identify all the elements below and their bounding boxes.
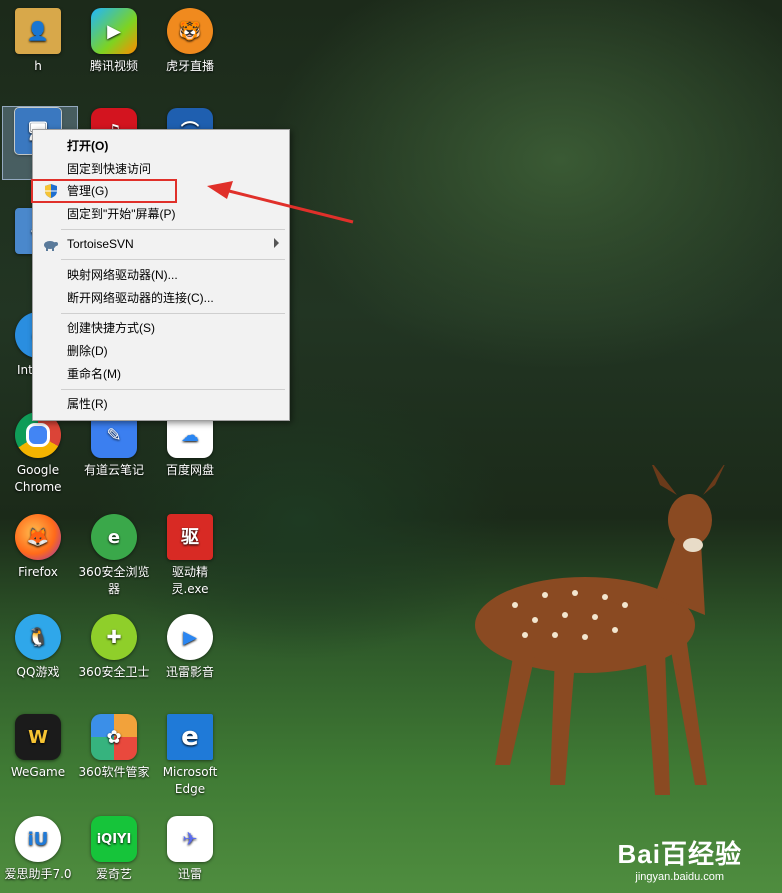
annotation-highlight-box <box>31 179 177 203</box>
icon-label: 有道云笔记 <box>83 463 144 477</box>
menu-item-create-shortcut[interactable]: 创建快捷方式(S) <box>33 317 289 339</box>
icon-label: 腾讯视频 <box>89 59 138 73</box>
desktop-icon-xunlei-player[interactable]: ▶ 迅雷影音 <box>154 614 226 681</box>
menu-item-tortoisesvn[interactable]: TortoiseSVN <box>33 233 289 255</box>
menu-item-open[interactable]: 打开(O) <box>33 135 289 157</box>
desktop-icon-youdao-note[interactable]: ✎ 有道云笔记 <box>78 412 150 479</box>
desktop-icon-google-chrome[interactable]: Google Chrome <box>2 412 74 496</box>
desktop-icon-tencent-video[interactable]: ▶ 腾讯视频 <box>78 8 150 75</box>
desktop-icon-xunlei[interactable]: ✈ 迅雷 <box>154 816 226 883</box>
huya-live-icon: 🐯 <box>167 8 213 54</box>
icon-label: Google Chrome <box>14 463 62 494</box>
desktop-icon-baidu-netdisk[interactable]: ☁ 百度网盘 <box>154 412 226 479</box>
icon-label: 百度网盘 <box>165 463 214 477</box>
icon-label: QQ游戏 <box>16 665 60 679</box>
icon-label: WeGame <box>10 765 66 779</box>
user-folder-icon: 👤 <box>15 8 61 54</box>
menu-item-label: 映射网络驱动器(N)... <box>67 268 178 282</box>
icon-label: 迅雷影音 <box>165 665 214 679</box>
desktop-icon-iqiyi[interactable]: iQIYI 爱奇艺 <box>78 816 150 883</box>
menu-item-label: 断开网络驱动器的连接(C)... <box>67 291 214 305</box>
menu-item-label: 固定到快速访问 <box>67 162 152 176</box>
firefox-icon: 🦊 <box>15 514 61 560</box>
menu-item-label: 打开(O) <box>67 139 109 153</box>
deer-image <box>475 465 725 795</box>
watermark-site: jingyan.baidu.com <box>635 871 725 883</box>
menu-item-map-network-drive[interactable]: 映射网络驱动器(N)... <box>33 264 289 286</box>
edge-icon: e <box>167 714 213 760</box>
xunlei-player-icon: ▶ <box>167 614 213 660</box>
icon-label: 虎牙直播 <box>165 59 214 73</box>
desktop[interactable]: 👤 h 🖥 此 ♻ 回 e Int Exp Google Chrome 🦊 Fi… <box>0 0 782 893</box>
desktop-icon-360-software-manager[interactable]: ✿ 360软件管家 <box>78 714 150 781</box>
desktop-icon-wegame[interactable]: W WeGame <box>2 714 74 781</box>
context-menu: 打开(O) 固定到快速访问 管理(G) 固定到"开始"屏幕(P) Tortois <box>32 129 290 421</box>
desktop-icon-qq-game[interactable]: 🐧 QQ游戏 <box>2 614 74 681</box>
tortoise-icon <box>44 241 58 251</box>
desktop-icon-user-folder[interactable]: 👤 h <box>2 8 74 75</box>
icon-label: 爱思助手7.0 <box>4 867 72 881</box>
menu-item-label: 固定到"开始"屏幕(P) <box>67 207 176 221</box>
icon-label: 驱动精灵.exe <box>171 565 209 596</box>
menu-item-disconnect-network-drive[interactable]: 断开网络驱动器的连接(C)... <box>33 287 289 309</box>
menu-item-properties[interactable]: 属性(R) <box>33 393 289 415</box>
i4-assistant-icon: iU <box>15 816 61 862</box>
icon-label: 360软件管家 <box>78 765 150 779</box>
icon-label: 迅雷 <box>177 867 202 881</box>
icon-label: Microsoft Edge <box>162 765 218 796</box>
icon-label: Firefox <box>18 565 58 579</box>
watermark-logo: Bai百经验 <box>617 839 742 869</box>
iqiyi-icon: iQIYI <box>91 816 137 862</box>
menu-item-label: 创建快捷方式(S) <box>67 321 155 335</box>
desktop-icon-driver-genius[interactable]: 驱 驱动精灵.exe <box>154 514 226 598</box>
driver-genius-icon: 驱 <box>167 514 213 560</box>
360-browser-icon: e <box>91 514 137 560</box>
annotation-arrow <box>207 181 354 224</box>
menu-item-label: 重命名(M) <box>67 367 121 381</box>
360-software-manager-icon: ✿ <box>91 714 137 760</box>
icon-label: h <box>34 59 42 73</box>
icon-label: 360安全浏览器 <box>78 565 150 596</box>
menu-item-label: TortoiseSVN <box>67 237 134 251</box>
desktop-icon-huya-live[interactable]: 🐯 虎牙直播 <box>154 8 226 75</box>
submenu-arrow-icon <box>274 238 279 248</box>
menu-item-delete[interactable]: 删除(D) <box>33 340 289 362</box>
menu-item-rename[interactable]: 重命名(M) <box>33 363 289 385</box>
desktop-icon-360-browser[interactable]: e 360安全浏览器 <box>78 514 150 598</box>
menu-item-label: 删除(D) <box>67 344 108 358</box>
qq-game-icon: 🐧 <box>15 614 61 660</box>
tencent-video-icon: ▶ <box>91 8 137 54</box>
desktop-icon-firefox[interactable]: 🦊 Firefox <box>2 514 74 581</box>
xunlei-icon: ✈ <box>167 816 213 862</box>
desktop-icon-360-safe[interactable]: ✚ 360安全卫士 <box>78 614 150 681</box>
menu-separator <box>61 313 285 314</box>
360-safe-icon: ✚ <box>91 614 137 660</box>
icon-label: 360安全卫士 <box>78 665 150 679</box>
icon-label: 爱奇艺 <box>95 867 132 881</box>
menu-separator <box>61 389 285 390</box>
menu-separator <box>61 259 285 260</box>
desktop-icon-i4-assistant[interactable]: iU 爱思助手7.0 <box>2 816 74 883</box>
menu-item-label: 属性(R) <box>67 397 108 411</box>
baidu-jingyan-watermark: Bai百经验 jingyan.baidu.com <box>618 834 742 883</box>
desktop-icon-microsoft-edge[interactable]: e Microsoft Edge <box>154 714 226 798</box>
wegame-icon: W <box>15 714 61 760</box>
